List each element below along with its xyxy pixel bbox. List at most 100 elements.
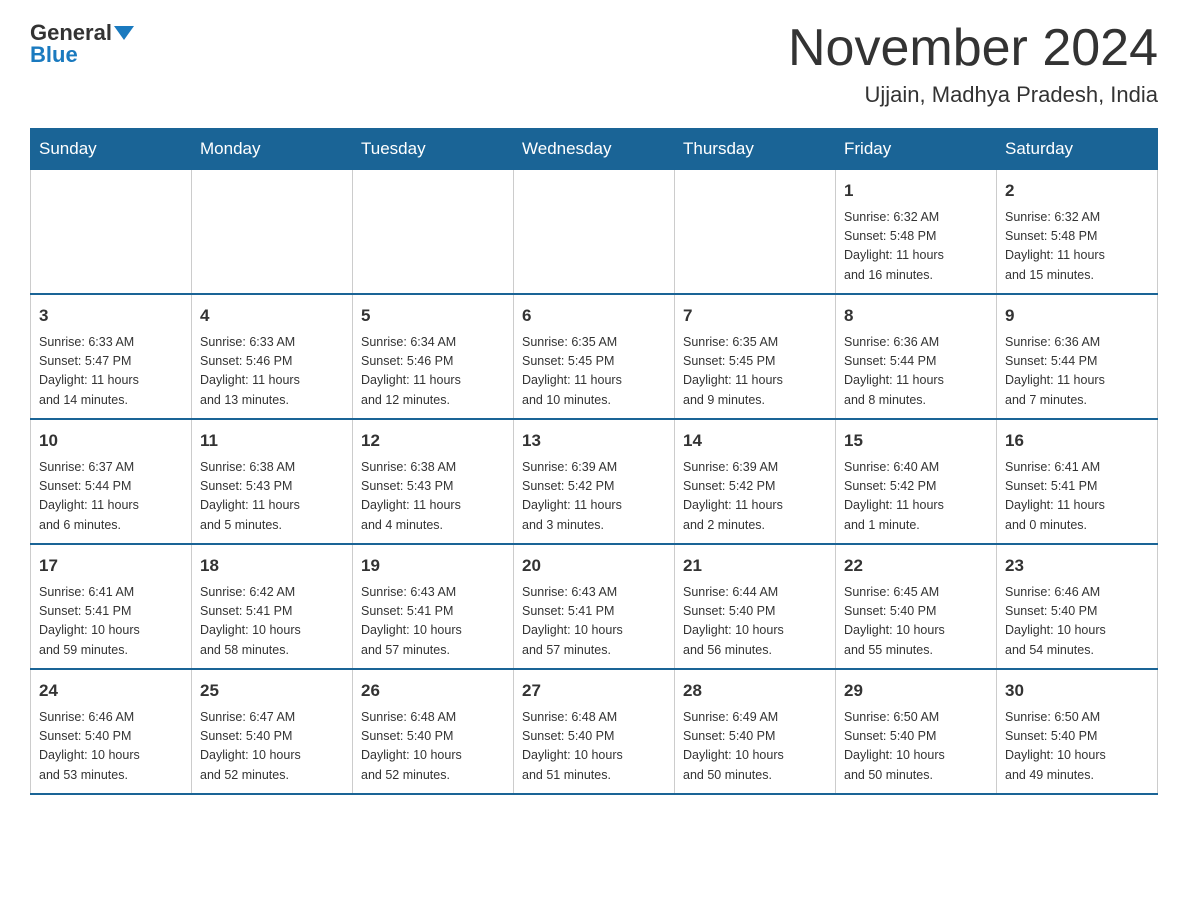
day-number: 3 [39,303,183,329]
day-number: 14 [683,428,827,454]
day-number: 15 [844,428,988,454]
day-info: Sunrise: 6:32 AMSunset: 5:48 PMDaylight:… [844,208,988,286]
day-info: Sunrise: 6:46 AMSunset: 5:40 PMDaylight:… [39,708,183,786]
calendar-week-row: 17 Sunrise: 6:41 AMSunset: 5:41 PMDayligh… [31,544,1158,669]
calendar-cell: 29Sunrise: 6:50 AMSunset: 5:40 PMDayligh… [836,669,997,794]
day-info: Sunrise: 6:49 AMSunset: 5:40 PMDaylight:… [683,708,827,786]
day-info: Sunrise: 6:32 AMSunset: 5:48 PMDaylight:… [1005,208,1149,286]
day-number: 4 [200,303,344,329]
calendar-cell: 7Sunrise: 6:35 AMSunset: 5:45 PMDaylight… [675,294,836,419]
day-info: Sunrise: 6:33 AMSunset: 5:47 PMDaylight:… [39,333,183,411]
day-info: Sunrise: 6:41 AMSunset: 5:41 PMDaylight:… [1005,458,1149,536]
day-number: 28 [683,678,827,704]
calendar-cell: 11 Sunrise: 6:38 AMSunset: 5:43 PMDayligh… [192,419,353,544]
calendar-cell: 4 Sunrise: 6:33 AMSunset: 5:46 PMDaylight… [192,294,353,419]
calendar-week-row: 3 Sunrise: 6:33 AMSunset: 5:47 PMDaylight… [31,294,1158,419]
day-number: 13 [522,428,666,454]
day-number: 1 [844,178,988,204]
day-info: Sunrise: 6:48 AMSunset: 5:40 PMDaylight:… [522,708,666,786]
day-number: 20 [522,553,666,579]
day-number: 27 [522,678,666,704]
day-number: 5 [361,303,505,329]
logo: General Blue [30,20,134,68]
weekday-header-thursday: Thursday [675,129,836,170]
day-info: Sunrise: 6:43 AMSunset: 5:41 PMDaylight:… [361,583,505,661]
day-info: Sunrise: 6:45 AMSunset: 5:40 PMDaylight:… [844,583,988,661]
day-info: Sunrise: 6:50 AMSunset: 5:40 PMDaylight:… [1005,708,1149,786]
day-info: Sunrise: 6:34 AMSunset: 5:46 PMDaylight:… [361,333,505,411]
day-number: 12 [361,428,505,454]
day-info: Sunrise: 6:37 AMSunset: 5:44 PMDaylight:… [39,458,183,536]
weekday-header-monday: Monday [192,129,353,170]
day-info: Sunrise: 6:38 AMSunset: 5:43 PMDaylight:… [200,458,344,536]
day-info: Sunrise: 6:36 AMSunset: 5:44 PMDaylight:… [844,333,988,411]
day-info: Sunrise: 6:48 AMSunset: 5:40 PMDaylight:… [361,708,505,786]
day-number: 17 [39,553,183,579]
calendar-cell [675,170,836,295]
day-info: Sunrise: 6:40 AMSunset: 5:42 PMDaylight:… [844,458,988,536]
day-number: 22 [844,553,988,579]
location-title: Ujjain, Madhya Pradesh, India [788,82,1158,108]
page-header: General Blue November 2024 Ujjain, Madhy… [30,20,1158,108]
logo-triangle-icon [114,26,134,40]
day-number: 2 [1005,178,1149,204]
calendar-cell: 28 Sunrise: 6:49 AMSunset: 5:40 PMDayligh… [675,669,836,794]
calendar-cell: 15 Sunrise: 6:40 AMSunset: 5:42 PMDayligh… [836,419,997,544]
calendar-cell: 2 Sunrise: 6:32 AMSunset: 5:48 PMDaylight… [997,170,1158,295]
day-info: Sunrise: 6:50 AMSunset: 5:40 PMDaylight:… [844,708,988,786]
day-number: 23 [1005,553,1149,579]
calendar-cell: 30 Sunrise: 6:50 AMSunset: 5:40 PMDayligh… [997,669,1158,794]
calendar-cell: 6Sunrise: 6:35 AMSunset: 5:45 PMDaylight… [514,294,675,419]
calendar-cell: 14 Sunrise: 6:39 AMSunset: 5:42 PMDayligh… [675,419,836,544]
day-number: 9 [1005,303,1149,329]
day-number: 30 [1005,678,1149,704]
day-info: Sunrise: 6:39 AMSunset: 5:42 PMDaylight:… [683,458,827,536]
day-info: Sunrise: 6:46 AMSunset: 5:40 PMDaylight:… [1005,583,1149,661]
day-number: 19 [361,553,505,579]
weekday-header-row: SundayMondayTuesdayWednesdayThursdayFrid… [31,129,1158,170]
day-number: 11 [200,428,344,454]
calendar-cell: 5 Sunrise: 6:34 AMSunset: 5:46 PMDaylight… [353,294,514,419]
calendar-table: SundayMondayTuesdayWednesdayThursdayFrid… [30,128,1158,795]
calendar-cell: 10Sunrise: 6:37 AMSunset: 5:44 PMDayligh… [31,419,192,544]
calendar-cell: 22 Sunrise: 6:45 AMSunset: 5:40 PMDayligh… [836,544,997,669]
calendar-cell: 27 Sunrise: 6:48 AMSunset: 5:40 PMDayligh… [514,669,675,794]
calendar-cell: 17 Sunrise: 6:41 AMSunset: 5:41 PMDayligh… [31,544,192,669]
day-info: Sunrise: 6:44 AMSunset: 5:40 PMDaylight:… [683,583,827,661]
day-info: Sunrise: 6:38 AMSunset: 5:43 PMDaylight:… [361,458,505,536]
month-title: November 2024 [788,20,1158,77]
calendar-cell: 3 Sunrise: 6:33 AMSunset: 5:47 PMDaylight… [31,294,192,419]
day-number: 21 [683,553,827,579]
weekday-header-tuesday: Tuesday [353,129,514,170]
day-info: Sunrise: 6:43 AMSunset: 5:41 PMDaylight:… [522,583,666,661]
day-info: Sunrise: 6:42 AMSunset: 5:41 PMDaylight:… [200,583,344,661]
calendar-cell: 26Sunrise: 6:48 AMSunset: 5:40 PMDayligh… [353,669,514,794]
calendar-week-row: 24Sunrise: 6:46 AMSunset: 5:40 PMDayligh… [31,669,1158,794]
day-number: 6 [522,303,666,329]
calendar-cell: 12 Sunrise: 6:38 AMSunset: 5:43 PMDayligh… [353,419,514,544]
day-number: 18 [200,553,344,579]
logo-blue-text: Blue [30,42,78,68]
calendar-cell: 18 Sunrise: 6:42 AMSunset: 5:41 PMDayligh… [192,544,353,669]
calendar-cell: 8 Sunrise: 6:36 AMSunset: 5:44 PMDaylight… [836,294,997,419]
day-number: 8 [844,303,988,329]
day-info: Sunrise: 6:41 AMSunset: 5:41 PMDaylight:… [39,583,183,661]
calendar-cell: 1 Sunrise: 6:32 AMSunset: 5:48 PMDaylight… [836,170,997,295]
calendar-cell [192,170,353,295]
day-info: Sunrise: 6:33 AMSunset: 5:46 PMDaylight:… [200,333,344,411]
weekday-header-wednesday: Wednesday [514,129,675,170]
weekday-header-sunday: Sunday [31,129,192,170]
calendar-cell [514,170,675,295]
title-section: November 2024 Ujjain, Madhya Pradesh, In… [788,20,1158,108]
calendar-week-row: 1 Sunrise: 6:32 AMSunset: 5:48 PMDaylight… [31,170,1158,295]
calendar-cell [353,170,514,295]
calendar-cell: 16 Sunrise: 6:41 AMSunset: 5:41 PMDayligh… [997,419,1158,544]
day-info: Sunrise: 6:47 AMSunset: 5:40 PMDaylight:… [200,708,344,786]
day-number: 16 [1005,428,1149,454]
calendar-cell: 9Sunrise: 6:36 AMSunset: 5:44 PMDaylight… [997,294,1158,419]
calendar-cell: 24Sunrise: 6:46 AMSunset: 5:40 PMDayligh… [31,669,192,794]
calendar-cell [31,170,192,295]
calendar-cell: 25Sunrise: 6:47 AMSunset: 5:40 PMDayligh… [192,669,353,794]
weekday-header-friday: Friday [836,129,997,170]
calendar-cell: 13Sunrise: 6:39 AMSunset: 5:42 PMDayligh… [514,419,675,544]
